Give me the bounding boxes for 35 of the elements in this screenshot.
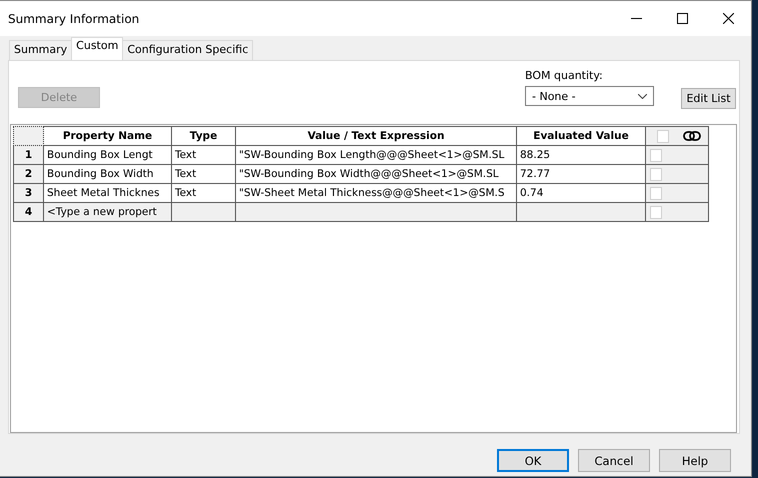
tab[interactable]: Summary bbox=[9, 40, 72, 60]
chevron-icon bbox=[638, 94, 647, 98]
checkbox[interactable] bbox=[650, 168, 662, 180]
table-cell[interactable]: Text bbox=[172, 146, 236, 165]
table-cell[interactable]: "SW-Bounding Box Length@@@Sheet<1>@SM.SL bbox=[236, 146, 517, 165]
tab[interactable]: Configuration Specific bbox=[122, 40, 254, 60]
table-cell[interactable] bbox=[172, 203, 236, 222]
table-cell[interactable]: <Type a new propert bbox=[44, 203, 172, 222]
tab[interactable]: Custom bbox=[71, 37, 124, 60]
row-number: 2 bbox=[13, 165, 44, 184]
link-icon[interactable] bbox=[683, 131, 701, 141]
checkbox[interactable] bbox=[657, 130, 669, 142]
field-label: BOM quantity: bbox=[525, 69, 604, 82]
checkbox[interactable] bbox=[650, 206, 662, 218]
table-cell[interactable]: Bounding Box Width bbox=[44, 165, 172, 184]
column-header: Value / Text Expression bbox=[236, 126, 517, 146]
row-number: 4 bbox=[13, 203, 44, 222]
table-cell[interactable]: Bounding Box Lengt bbox=[44, 146, 172, 165]
edit-list-button[interactable]: Edit List bbox=[681, 88, 736, 109]
table-cell[interactable]: "SW-Bounding Box Width@@@Sheet<1>@SM.SL bbox=[236, 165, 517, 184]
dialog-button[interactable]: Cancel bbox=[578, 449, 650, 472]
window-title: Summary Information bbox=[8, 12, 140, 26]
table-cell[interactable]: Text bbox=[172, 165, 236, 184]
column-header: Evaluated Value bbox=[517, 126, 646, 146]
checkbox[interactable] bbox=[650, 148, 662, 162]
dialog-button[interactable]: Help bbox=[659, 449, 731, 472]
row-number: 3 bbox=[13, 184, 44, 203]
bom-quantity-dropdown[interactable]: - None - bbox=[525, 86, 654, 106]
column-header: Type bbox=[172, 126, 236, 146]
row-number: 1 bbox=[13, 146, 44, 165]
table-cell[interactable] bbox=[236, 203, 517, 222]
corner-cell bbox=[13, 126, 44, 146]
dialog-button[interactable]: OK bbox=[497, 449, 569, 472]
checkbox[interactable] bbox=[650, 186, 662, 200]
column-header: Property Name bbox=[44, 126, 172, 146]
